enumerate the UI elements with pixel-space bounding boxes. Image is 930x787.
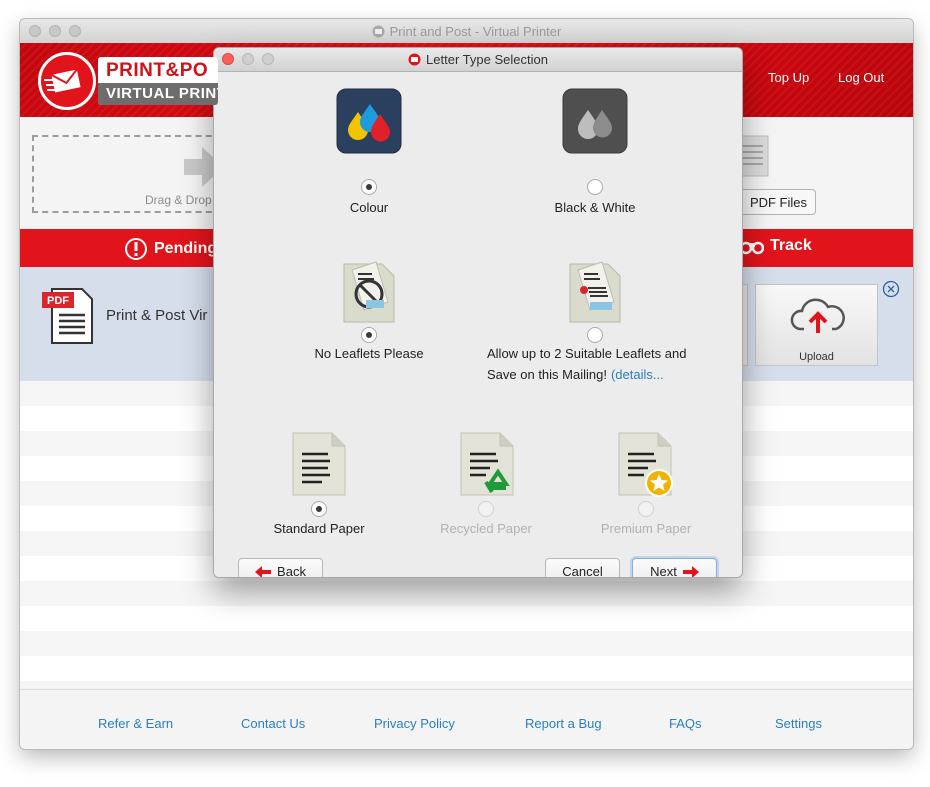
recycled-paper-icon (460, 432, 514, 496)
premium-paper-label: Premium Paper (600, 521, 692, 536)
colour-radio[interactable] (361, 179, 377, 195)
colour-ink-icon[interactable] (336, 88, 402, 154)
footer-link-report-bug[interactable]: Report a Bug (525, 716, 602, 731)
footer: Refer & Earn Contact Us Privacy Policy R… (20, 689, 913, 749)
tab-pending-label: Pending (154, 240, 218, 257)
alert-circle-icon (125, 238, 147, 260)
zoom-window-button[interactable] (69, 25, 81, 37)
select-pdf-files-button[interactable]: PDF Files (732, 189, 816, 215)
dialog-minimize-button (242, 53, 254, 65)
app-icon (372, 25, 385, 37)
binoculars-icon (740, 241, 764, 255)
tab-track[interactable]: Track (740, 237, 812, 255)
premium-paper-icon (618, 432, 673, 497)
arrow-right-icon (682, 565, 699, 577)
dialog-body: Colour Black & White No Leaflets Please (214, 72, 742, 577)
allow-leaflets-text: Allow up to 2 Suitable Leaflets and Save… (487, 343, 717, 385)
dialog-window-controls (222, 53, 274, 65)
drag-drop-label: Drag & Drop (145, 193, 212, 207)
premium-paper-radio (638, 501, 654, 517)
leaflets-icon[interactable] (564, 258, 626, 324)
no-leaflets-label: No Leaflets Please (314, 346, 424, 361)
logo-emblem-icon (38, 52, 96, 110)
tab-pending[interactable]: Pending (124, 237, 217, 261)
cloud-upload-icon (790, 298, 845, 333)
no-leaflets-icon[interactable] (338, 258, 400, 324)
leaflet-details-link[interactable]: (details... (611, 367, 664, 382)
logo: PRINT&PO VIRTUAL PRINT (98, 57, 218, 105)
upload-label: Upload (799, 351, 834, 363)
footer-link-refer-earn[interactable]: Refer & Earn (98, 716, 173, 731)
drag-drop-zone[interactable]: Drag & Drop (32, 135, 224, 213)
black-white-label: Black & White (554, 200, 636, 215)
footer-link-contact-us[interactable]: Contact Us (241, 716, 305, 731)
no-leaflets-radio[interactable] (361, 327, 377, 343)
close-window-button[interactable] (29, 25, 41, 37)
letter-type-dialog: Letter Type Selection Colour Black & Whi… (214, 48, 742, 577)
dialog-title: Letter Type Selection (426, 52, 548, 67)
cancel-button-label: Cancel (562, 564, 603, 577)
window-title: Print and Post - Virtual Printer (389, 23, 562, 39)
document-title: Print & Post Vir (106, 307, 208, 324)
standard-paper-radio[interactable] (311, 501, 327, 517)
footer-link-settings[interactable]: Settings (775, 716, 822, 731)
select-pdf-files-label: PDF Files (749, 194, 807, 210)
allow-leaflets-radio[interactable] (587, 327, 603, 343)
pdf-file-icon: PDF (42, 288, 93, 344)
minimize-window-button[interactable] (49, 25, 61, 37)
standard-paper-icon[interactable] (292, 432, 346, 496)
cancel-button[interactable]: Cancel (545, 558, 620, 577)
standard-paper-label: Standard Paper (273, 521, 365, 536)
window-controls (29, 25, 81, 37)
recycled-paper-radio (478, 501, 494, 517)
black-white-ink-icon[interactable] (562, 88, 628, 154)
arrow-left-icon (255, 565, 272, 577)
dialog-app-icon (408, 53, 421, 66)
upload-button[interactable]: Upload (755, 284, 878, 366)
back-button[interactable]: Back (238, 558, 323, 577)
dialog-titlebar[interactable]: Letter Type Selection (214, 48, 742, 72)
log-out-link[interactable]: Log Out (838, 70, 884, 85)
recycled-paper-label: Recycled Paper (440, 521, 532, 536)
black-white-radio[interactable] (587, 179, 603, 195)
footer-link-faqs[interactable]: FAQs (669, 716, 702, 731)
dialog-zoom-button (262, 53, 274, 65)
top-up-link[interactable]: Top Up (768, 70, 809, 85)
svg-text:PDF: PDF (47, 295, 69, 307)
back-button-label: Back (277, 564, 306, 577)
logo-text-secondary: VIRTUAL PRINT (98, 83, 218, 105)
remove-document-icon[interactable] (882, 280, 900, 298)
logo-text-primary: PRINT&PO (106, 60, 209, 81)
footer-link-privacy[interactable]: Privacy Policy (374, 716, 455, 731)
next-button[interactable]: Next (632, 558, 717, 577)
tab-track-label: Track (770, 237, 812, 254)
dialog-close-button[interactable] (222, 53, 234, 65)
window-titlebar[interactable]: Print and Post - Virtual Printer (20, 19, 913, 44)
next-button-label: Next (650, 564, 677, 577)
colour-label: Colour (349, 200, 389, 215)
